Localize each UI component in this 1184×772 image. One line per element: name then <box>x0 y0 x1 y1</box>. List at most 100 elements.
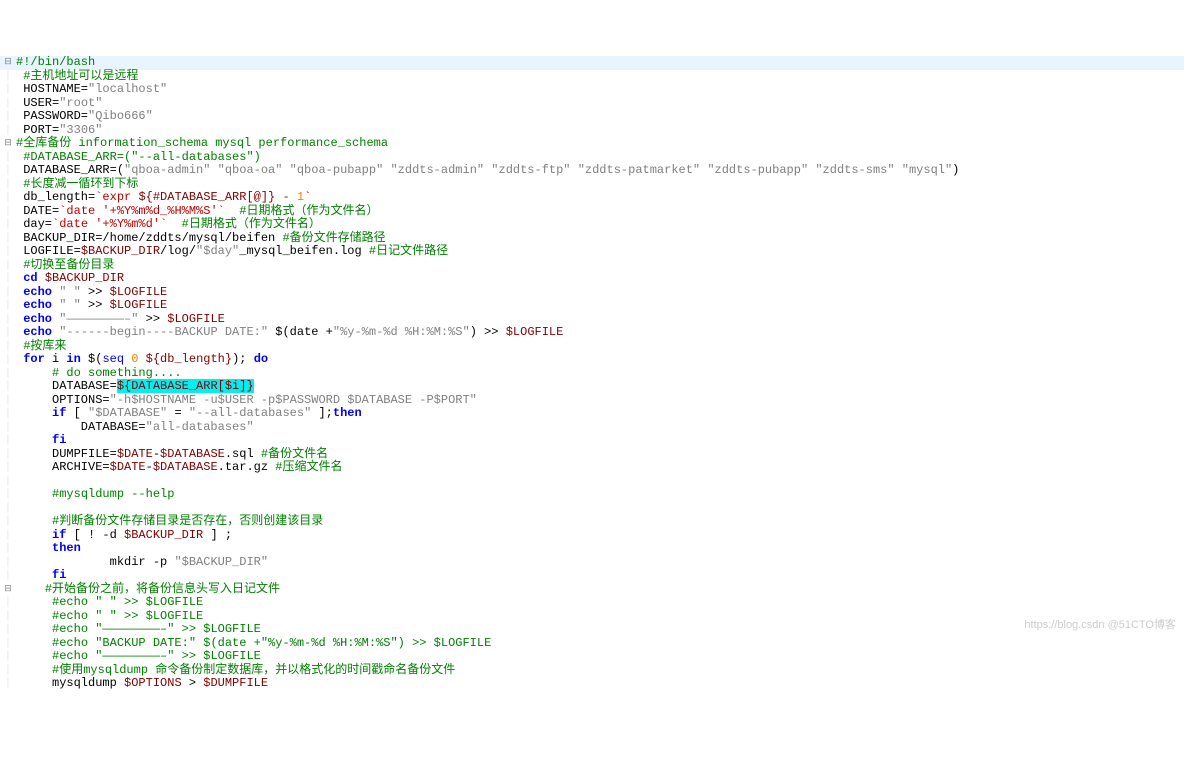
code-content: #echo "————————–" >> $LOGFILE <box>16 622 261 636</box>
code-line[interactable]: │ echo " " >> $LOGFILE <box>0 299 1184 313</box>
code-content: if [ ! -d $BACKUP_DIR ] ; <box>16 528 232 542</box>
code-content: #mysqldump --help <box>16 487 174 501</box>
code-line[interactable]: │ PORT="3306" <box>0 124 1184 138</box>
code-content <box>16 501 23 515</box>
code-line[interactable]: │ for i in $(seq 0 ${db_length}); do <box>0 353 1184 367</box>
code-line[interactable]: │ day=`date '+%Y%m%d'` #日期格式（作为文件名） <box>0 218 1184 232</box>
code-content: #使用mysqldump 命令备份制定数据库，并以格式化的时间戳命名备份文件 <box>16 663 455 677</box>
code-content: DUMPFILE=$DATE-$DATABASE.sql #备份文件名 <box>16 447 328 461</box>
code-line[interactable]: │ #判断备份文件存储目录是否存在，否则创建该目录 <box>0 515 1184 529</box>
code-line[interactable]: ⊟#全库备份 information_schema mysql performa… <box>0 137 1184 151</box>
code-line[interactable]: │ BACKUP_DIR=/home/zddts/mysql/beifen #备… <box>0 232 1184 246</box>
code-line[interactable]: │ DATABASE=${DATABASE_ARR[$i]} <box>0 380 1184 394</box>
code-line[interactable]: │ # do something.... <box>0 367 1184 381</box>
code-content: DATABASE_ARR=("qboa-admin" "qboa-oa" "qb… <box>16 163 959 177</box>
code-line[interactable]: │ HOSTNAME="localhost" <box>0 83 1184 97</box>
code-line[interactable]: │ OPTIONS="-h$HOSTNAME -u$USER -p$PASSWO… <box>0 394 1184 408</box>
fold-gutter: │ <box>0 475 16 489</box>
code-line[interactable]: │ #切换至备份目录 <box>0 259 1184 273</box>
code-line[interactable]: │ <box>0 502 1184 516</box>
code-line[interactable]: │ mysqldump $OPTIONS > $DUMPFILE <box>0 677 1184 691</box>
fold-gutter: │ <box>0 299 16 313</box>
code-line[interactable]: │ echo "————————–" >> $LOGFILE <box>0 313 1184 327</box>
code-line[interactable]: │ #echo " " >> $LOGFILE <box>0 610 1184 624</box>
fold-gutter: │ <box>0 97 16 111</box>
fold-gutter: │ <box>0 421 16 435</box>
code-line[interactable]: │ #长度减一循环到下标 <box>0 178 1184 192</box>
code-line[interactable]: │ echo "------begin----BACKUP DATE:" $(d… <box>0 326 1184 340</box>
code-line[interactable]: │ db_length=`expr ${#DATABASE_ARR[@]} - … <box>0 191 1184 205</box>
fold-gutter: │ <box>0 326 16 340</box>
code-content: echo "————————–" >> $LOGFILE <box>16 312 225 326</box>
code-content: fi <box>16 568 66 582</box>
fold-gutter: │ <box>0 313 16 327</box>
fold-gutter: │ <box>0 488 16 502</box>
code-line[interactable]: │ DATABASE_ARR=("qboa-admin" "qboa-oa" "… <box>0 164 1184 178</box>
code-line[interactable]: │ #DATABASE_ARR=("--all-databases") <box>0 151 1184 165</box>
fold-gutter: │ <box>0 542 16 556</box>
code-line[interactable]: │ #使用mysqldump 命令备份制定数据库，并以格式化的时间戳命名备份文件 <box>0 664 1184 678</box>
fold-gutter: │ <box>0 272 16 286</box>
code-line[interactable]: │ #按库来 <box>0 340 1184 354</box>
code-line[interactable]: │ LOGFILE=$BACKUP_DIR/log/"$day"_mysql_b… <box>0 245 1184 259</box>
code-content: fi <box>16 433 66 447</box>
code-line[interactable]: │ #mysqldump --help <box>0 488 1184 502</box>
code-content <box>16 474 23 488</box>
fold-gutter[interactable]: ⊟ <box>0 56 16 70</box>
fold-gutter: │ <box>0 434 16 448</box>
code-line[interactable]: │ PASSWORD="Qibo666" <box>0 110 1184 124</box>
code-content: if [ "$DATABASE" = "--all-databases" ];t… <box>16 406 362 420</box>
code-line[interactable]: │ #echo "————————–" >> $LOGFILE <box>0 650 1184 664</box>
code-line[interactable]: │ if [ ! -d $BACKUP_DIR ] ; <box>0 529 1184 543</box>
fold-gutter: │ <box>0 556 16 570</box>
code-line[interactable]: │ #echo "————————–" >> $LOGFILE <box>0 623 1184 637</box>
fold-gutter: │ <box>0 83 16 97</box>
code-content: #DATABASE_ARR=("--all-databases") <box>16 150 261 164</box>
code-line[interactable]: │ #echo "BACKUP DATE:" $(date +"%y-%m-%d… <box>0 637 1184 651</box>
code-content: #echo "————————–" >> $LOGFILE <box>16 649 261 663</box>
code-content: HOSTNAME="localhost" <box>16 82 167 96</box>
fold-gutter[interactable]: ⊟ <box>0 583 16 597</box>
fold-gutter[interactable]: ⊟ <box>0 137 16 151</box>
code-content: #主机地址可以是远程 <box>16 69 138 83</box>
code-line[interactable]: │ fi <box>0 569 1184 583</box>
fold-gutter: │ <box>0 502 16 516</box>
code-content: #echo "BACKUP DATE:" $(date +"%y-%m-%d %… <box>16 636 491 650</box>
fold-gutter: │ <box>0 218 16 232</box>
code-content: #切换至备份目录 <box>16 258 114 272</box>
code-line[interactable]: │ then <box>0 542 1184 556</box>
fold-gutter: │ <box>0 650 16 664</box>
code-content: #!/bin/bash <box>16 55 95 69</box>
fold-gutter: │ <box>0 380 16 394</box>
code-line[interactable]: │ DATABASE="all-databases" <box>0 421 1184 435</box>
code-content: PASSWORD="Qibo666" <box>16 109 153 123</box>
fold-gutter: │ <box>0 151 16 165</box>
code-line[interactable]: │ ARCHIVE=$DATE-$DATABASE.tar.gz #压缩文件名 <box>0 461 1184 475</box>
code-content: #全库备份 information_schema mysql performan… <box>16 136 388 150</box>
fold-gutter: │ <box>0 677 16 691</box>
code-content: echo " " >> $LOGFILE <box>16 298 167 312</box>
code-content: #长度减一循环到下标 <box>16 177 138 191</box>
code-line[interactable]: │ fi <box>0 434 1184 448</box>
fold-gutter: │ <box>0 407 16 421</box>
fold-gutter: │ <box>0 394 16 408</box>
fold-gutter: │ <box>0 353 16 367</box>
code-line[interactable]: │ cd $BACKUP_DIR <box>0 272 1184 286</box>
fold-gutter: │ <box>0 529 16 543</box>
code-line[interactable]: ⊟ #开始备份之前，将备份信息头写入日记文件 <box>0 583 1184 597</box>
code-content: cd $BACKUP_DIR <box>16 271 124 285</box>
code-line[interactable]: │ USER="root" <box>0 97 1184 111</box>
code-line[interactable]: │ DUMPFILE=$DATE-$DATABASE.sql #备份文件名 <box>0 448 1184 462</box>
code-content: #echo " " >> $LOGFILE <box>16 609 203 623</box>
code-line[interactable]: │ #主机地址可以是远程 <box>0 70 1184 84</box>
code-line[interactable]: │ <box>0 475 1184 489</box>
code-line[interactable]: │ if [ "$DATABASE" = "--all-databases" ]… <box>0 407 1184 421</box>
code-line[interactable]: │ echo " " >> $LOGFILE <box>0 286 1184 300</box>
code-content: BACKUP_DIR=/home/zddts/mysql/beifen #备份文… <box>16 231 386 245</box>
fold-gutter: │ <box>0 596 16 610</box>
code-line[interactable]: │ mkdir -p "$BACKUP_DIR" <box>0 556 1184 570</box>
code-line[interactable]: │ #echo " " >> $LOGFILE <box>0 596 1184 610</box>
code-line[interactable]: │ DATE=`date '+%Y%m%d_%H%M%S'` #日期格式（作为文… <box>0 205 1184 219</box>
code-content: echo " " >> $LOGFILE <box>16 285 167 299</box>
code-line[interactable]: ⊟#!/bin/bash <box>0 56 1184 70</box>
